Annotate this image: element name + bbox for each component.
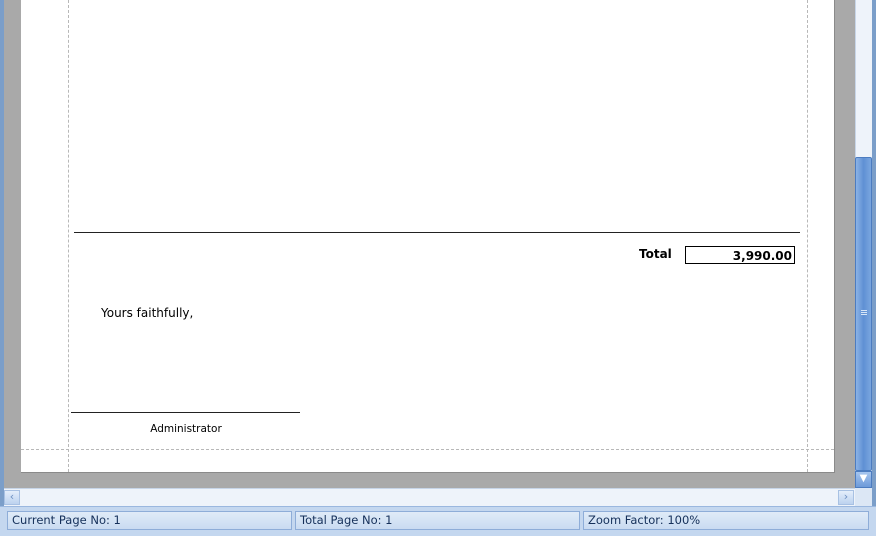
scroll-down-button[interactable]: ▼ [855,471,872,488]
report-page: Total 3,990.00 Yours faithfully, Adminis… [21,0,835,473]
scroll-corner [855,488,872,506]
closing-text: Yours faithfully, [101,306,194,320]
vertical-scroll-thumb[interactable] [855,157,872,471]
margin-guide-left [68,0,69,472]
total-separator-line [74,232,800,233]
chevron-right-icon: › [843,490,849,503]
margin-guide-right [807,0,808,472]
scroll-left-button[interactable]: ‹ [4,490,20,505]
margin-guide-bottom [21,449,834,450]
signature-line [71,412,300,413]
status-total-pages: Total Page No: 1 [295,511,580,530]
status-bar: Current Page No: 1 Total Page No: 1 Zoom… [0,506,876,536]
signer-name: Administrator [150,423,222,435]
chevron-down-icon: ▼ [859,473,868,484]
total-label: Total [639,247,672,261]
scroll-right-button[interactable]: › [838,490,854,505]
chevron-left-icon: ‹ [9,490,15,503]
status-zoom-factor: Zoom Factor: 100% [583,511,869,530]
report-viewer: Total 3,990.00 Yours faithfully, Adminis… [0,0,876,536]
total-value: 3,990.00 [685,246,795,264]
horizontal-scrollbar[interactable]: ‹ › [4,488,855,507]
status-current-page: Current Page No: 1 [7,511,292,530]
window-left-border [0,0,4,510]
window-right-border [872,0,876,535]
